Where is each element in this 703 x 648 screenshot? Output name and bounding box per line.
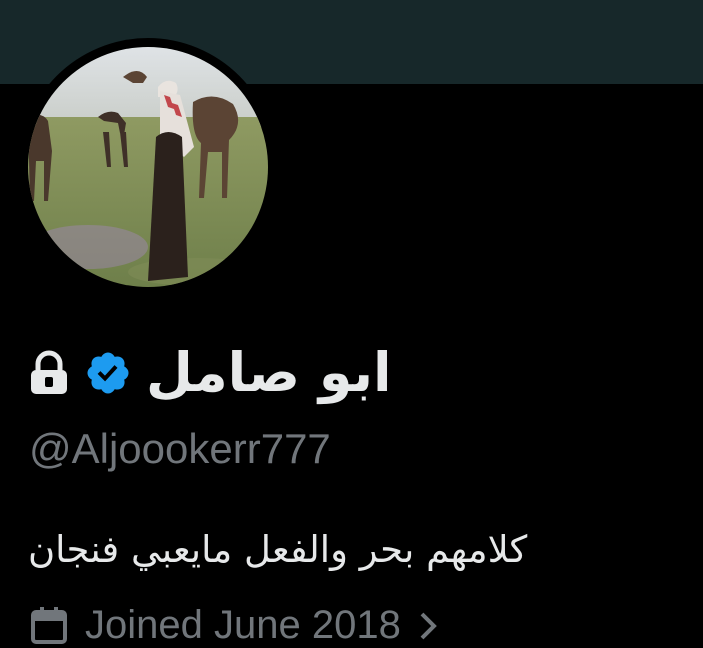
profile-bio: كلامهم بحر والفعل مايعبي فنجان bbox=[28, 528, 528, 571]
avatar-border bbox=[19, 38, 277, 296]
avatar[interactable] bbox=[28, 47, 268, 287]
profile-name-row: ابو صامل bbox=[28, 338, 392, 408]
calendar-icon bbox=[29, 606, 69, 646]
joined-date-row: Joined June 2018 bbox=[29, 603, 439, 648]
verified-badge-icon[interactable] bbox=[84, 349, 132, 397]
lock-icon bbox=[28, 350, 70, 396]
joined-date-label: Joined June 2018 bbox=[85, 603, 401, 647]
display-name: ابو صامل bbox=[146, 341, 392, 404]
chevron-right-icon[interactable] bbox=[417, 608, 439, 644]
profile-handle: @Aljoookerr777 bbox=[29, 425, 331, 472]
